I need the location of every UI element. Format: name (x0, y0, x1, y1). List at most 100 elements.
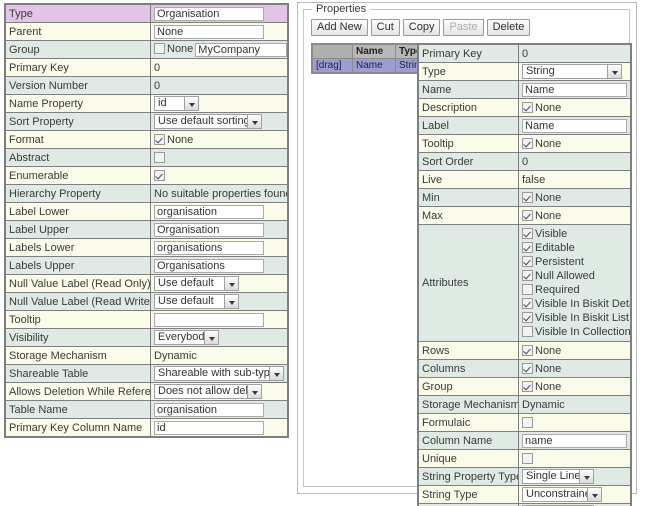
delete-button[interactable]: Delete (487, 19, 531, 36)
checkbox-icon[interactable] (522, 345, 533, 356)
form-row: TooltipNone (419, 135, 630, 152)
checkbox-row[interactable]: None (522, 381, 561, 393)
text-input[interactable] (154, 241, 264, 255)
checkbox-row[interactable] (522, 453, 535, 465)
form-row: Unique (419, 450, 630, 467)
checkbox-icon[interactable] (522, 138, 533, 149)
checkbox-row[interactable]: Editable (522, 241, 627, 255)
checkbox-row[interactable]: None (154, 134, 193, 146)
column-header[interactable]: Name (353, 45, 395, 58)
dropdown[interactable]: Use default sorting (154, 114, 262, 129)
checkbox-icon[interactable] (154, 43, 165, 54)
form-row: TypeString (419, 63, 630, 80)
column-header[interactable] (313, 45, 352, 58)
checkbox-row[interactable]: None (522, 363, 561, 375)
chevron-down-icon[interactable] (247, 115, 261, 128)
form-row: Storage MechanismDynamic (6, 347, 287, 364)
dropdown[interactable]: Shareable with sub-types (154, 366, 284, 381)
text-input[interactable] (154, 7, 264, 21)
dropdown[interactable]: Everybody (154, 330, 219, 345)
row-label: Attributes (419, 225, 518, 341)
checkbox-icon[interactable] (522, 417, 533, 428)
static-value: 0 (154, 62, 160, 74)
checkbox-icon[interactable] (522, 298, 533, 309)
checkbox-row[interactable]: Visible (522, 227, 627, 241)
chevron-down-icon[interactable] (224, 277, 238, 290)
row-value (519, 81, 630, 98)
dropdown[interactable]: Single Line (522, 469, 594, 484)
chevron-down-icon[interactable] (607, 65, 621, 78)
text-input[interactable] (154, 259, 264, 273)
form-row: DescriptionNone (419, 99, 630, 116)
checkbox-icon[interactable] (522, 270, 533, 281)
row-value: None (519, 342, 630, 359)
checkbox-row[interactable]: Visible In Biskit Detail (522, 297, 627, 311)
text-input[interactable] (154, 205, 264, 219)
cut-button[interactable]: Cut (371, 19, 400, 36)
text-input[interactable] (154, 25, 264, 39)
checkbox-icon[interactable] (522, 326, 533, 337)
checkbox-icon[interactable] (522, 381, 533, 392)
chevron-down-icon[interactable] (587, 488, 601, 501)
checkbox-icon[interactable] (522, 210, 533, 221)
text-input[interactable] (522, 83, 627, 97)
text-input[interactable] (195, 43, 287, 57)
dropdown[interactable]: Use default (154, 276, 239, 291)
dropdown-value: Everybody (155, 331, 204, 344)
row-label: Visibility (6, 329, 150, 346)
checkbox-row[interactable] (522, 417, 535, 429)
checkbox-icon[interactable] (522, 102, 533, 113)
checkbox-icon[interactable] (522, 192, 533, 203)
drag-handle[interactable]: [drag] (313, 59, 352, 72)
checkbox-icon[interactable] (522, 312, 533, 323)
chevron-down-icon[interactable] (579, 470, 593, 483)
checkbox-row[interactable] (154, 152, 167, 164)
form-row: Formulaic (419, 414, 630, 431)
checkbox-icon[interactable] (154, 152, 165, 163)
checkbox-row[interactable]: Persistent (522, 255, 627, 269)
text-input[interactable] (522, 119, 627, 133)
checkbox-icon[interactable] (522, 256, 533, 267)
table-row[interactable]: [drag]NameString (313, 59, 434, 72)
checkbox-row[interactable]: Required (522, 283, 627, 297)
chevron-down-icon[interactable] (269, 367, 283, 380)
text-input[interactable] (522, 434, 627, 448)
form-row: Primary Key0 (419, 45, 630, 62)
copy-button[interactable]: Copy (403, 19, 441, 36)
chevron-down-icon[interactable] (204, 331, 218, 344)
checkbox-row[interactable]: None (522, 102, 561, 114)
cell-name[interactable]: Name (353, 59, 395, 72)
text-input[interactable] (154, 313, 264, 327)
checkbox-icon[interactable] (154, 134, 165, 145)
checkbox-row[interactable]: Visible In Collection Editor (522, 325, 627, 339)
chevron-down-icon[interactable] (184, 97, 198, 110)
add-new-button[interactable]: Add New (311, 19, 368, 36)
checkbox-icon[interactable] (522, 284, 533, 295)
dropdown[interactable]: id (154, 96, 199, 111)
checkbox-row[interactable]: None (522, 210, 561, 222)
checkbox-row[interactable]: None (522, 192, 561, 204)
checkbox-row[interactable]: Null Allowed (522, 269, 627, 283)
checkbox-icon[interactable] (522, 363, 533, 374)
row-value: Use default (151, 275, 287, 292)
row-label: Formulaic (419, 414, 518, 431)
chevron-down-icon[interactable] (224, 295, 238, 308)
checkbox-row[interactable]: None (522, 345, 561, 357)
dropdown[interactable]: Does not allow deletion (154, 384, 262, 399)
checkbox-row[interactable] (154, 170, 167, 182)
text-input[interactable] (154, 403, 264, 417)
form-row: Name (419, 81, 630, 98)
text-input[interactable] (154, 421, 264, 435)
dropdown[interactable]: Unconstrained (522, 487, 602, 502)
checkbox-icon[interactable] (154, 170, 165, 181)
checkbox-icon[interactable] (522, 453, 533, 464)
checkbox-row[interactable]: Visible In Biskit List (522, 311, 627, 325)
text-input[interactable] (154, 223, 264, 237)
dropdown[interactable]: String (522, 64, 622, 79)
checkbox-row[interactable]: None (154, 43, 193, 55)
checkbox-icon[interactable] (522, 242, 533, 253)
dropdown[interactable]: Use default (154, 294, 239, 309)
checkbox-row[interactable]: None (522, 138, 561, 150)
checkbox-icon[interactable] (522, 228, 533, 239)
chevron-down-icon[interactable] (247, 385, 261, 398)
